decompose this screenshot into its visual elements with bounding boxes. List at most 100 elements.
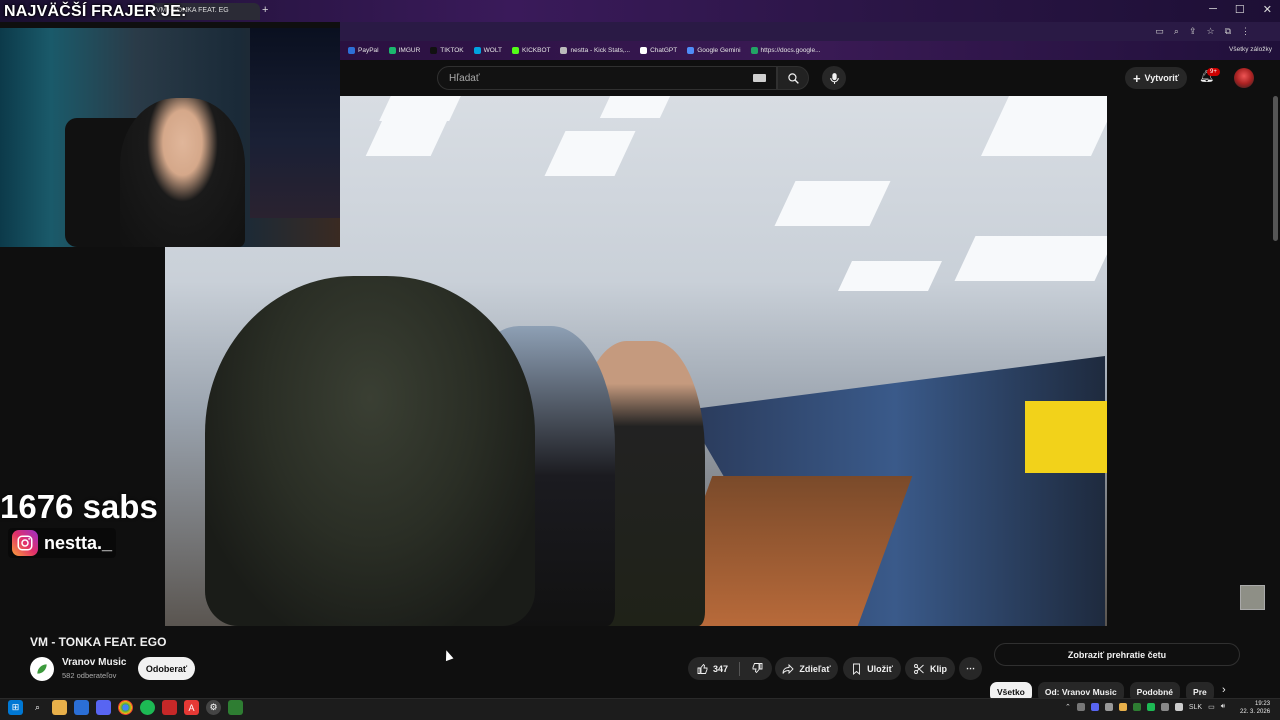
keyboard-icon[interactable] <box>753 74 766 82</box>
channel-subscribers: 582 odberateľov <box>62 671 117 680</box>
tray-app-icon[interactable] <box>1160 703 1169 711</box>
clock-date: 22. 3. 2026 <box>1240 709 1271 715</box>
imgur-icon <box>388 47 396 54</box>
address-bar[interactable] <box>340 22 1280 41</box>
tray-mic-icon[interactable] <box>1174 703 1183 711</box>
window-night-view <box>250 28 340 218</box>
overlay-title: NAJVÄČŠÍ FRAJER JE: <box>4 3 187 20</box>
notification-badge: 9+ <box>1207 68 1220 76</box>
zoom-icon[interactable]: ⌕ <box>1174 26 1179 37</box>
store-icon[interactable] <box>74 700 89 715</box>
subscribe-button[interactable]: Odoberať <box>138 657 195 680</box>
tray-discord-icon[interactable] <box>1090 703 1099 711</box>
search-input[interactable]: Hľadať <box>437 66 777 90</box>
language-indicator[interactable]: SLK <box>1189 704 1202 711</box>
create-button[interactable]: + Vytvoriť <box>1125 67 1187 89</box>
chevron-right-icon[interactable]: › <box>1222 684 1226 696</box>
like-button[interactable]: 347 <box>697 663 728 675</box>
tray-app-icon[interactable] <box>1146 703 1155 711</box>
page-scrollbar[interactable] <box>1273 96 1278 241</box>
ceiling-light <box>981 96 1107 156</box>
bookmark-kick-stats[interactable]: nestta - Kick Stats,... <box>560 47 630 54</box>
instagram-handle: nestta._ <box>44 532 113 553</box>
facecam-overlay <box>0 28 340 247</box>
app-red-icon[interactable] <box>162 700 177 715</box>
thumbs-up-icon <box>697 663 708 674</box>
volume-icon[interactable]: 🔊︎ <box>1221 703 1225 711</box>
bookmark-tiktok[interactable]: TIKTOK <box>430 47 464 54</box>
all-bookmarks[interactable]: Všetky záložky <box>1229 46 1272 53</box>
sub-count: 1676 sabs <box>0 488 158 525</box>
bookmark-google-docs[interactable]: https://docs.google... <box>750 47 821 54</box>
bookmark-paypal[interactable]: PayPal <box>348 47 379 54</box>
new-tab-button[interactable]: + <box>262 4 268 16</box>
more-actions-button[interactable]: ⋯ <box>959 657 982 680</box>
system-clock[interactable]: 19:23 22. 3. 2026 <box>1240 700 1270 716</box>
tray-app-icon[interactable] <box>1076 703 1085 711</box>
channel-name[interactable]: Vranov Music <box>62 657 126 668</box>
instagram-handle-row: nestta._ <box>8 528 117 558</box>
close-icon[interactable]: ✕ <box>1263 3 1272 16</box>
more-dots-icon: ⋯ <box>966 663 975 673</box>
discord-icon[interactable] <box>96 700 111 715</box>
ceiling-light <box>365 116 450 156</box>
share-page-icon[interactable]: ⇪ <box>1189 26 1197 37</box>
windows-start-icon[interactable]: ⊞ <box>8 700 23 715</box>
adobe-icon[interactable]: A <box>184 700 199 715</box>
kick-stats-icon <box>560 47 568 54</box>
minimize-icon[interactable]: ─ <box>1209 3 1217 16</box>
menu-dots-icon[interactable]: ⋮ <box>1241 26 1250 37</box>
search-button[interactable] <box>777 66 809 90</box>
star-icon[interactable]: ☆ <box>1206 26 1214 37</box>
instagram-icon <box>12 530 38 556</box>
promo-sign <box>1025 401 1107 473</box>
bookmark-kickbot[interactable]: KICKBOT <box>511 47 550 54</box>
clip-button[interactable]: Klip <box>905 657 955 680</box>
app-green-icon[interactable] <box>228 700 243 715</box>
bookmark-wolt[interactable]: WOLT <box>473 47 502 54</box>
share-button[interactable]: Zdieľať <box>775 657 838 680</box>
bookmark-gemini[interactable]: Google Gemini <box>687 47 741 54</box>
kickbot-icon <box>511 47 519 54</box>
maximize-icon[interactable]: ☐ <box>1235 3 1245 16</box>
search-icon[interactable]: ⌕ <box>30 700 45 715</box>
like-count: 347 <box>712 663 729 674</box>
google-docs-icon <box>750 47 758 54</box>
system-tray: ⌃ SLK ▭ 🔊︎ <box>1065 703 1225 711</box>
ceiling-light <box>954 236 1107 281</box>
bookmark-icon <box>853 663 861 675</box>
save-button[interactable]: Uložiť <box>843 657 901 680</box>
avatar[interactable] <box>1234 68 1254 88</box>
chrome-icon[interactable] <box>118 700 133 715</box>
bookmark-chatgpt[interactable]: ChatGPT <box>640 47 677 54</box>
file-explorer-icon[interactable] <box>52 700 67 715</box>
taskbar-apps: ⊞ ⌕ A ⚙ <box>8 700 243 715</box>
network-icon[interactable]: ▭ <box>1208 703 1215 711</box>
chat-replay-button[interactable]: Zobraziť prehratie četu <box>994 643 1240 666</box>
streamer <box>120 98 245 247</box>
leaf-icon <box>37 664 47 674</box>
share-icon <box>782 663 794 674</box>
tiktok-icon <box>430 47 438 54</box>
tray-app-icon[interactable] <box>1118 703 1127 711</box>
ceiling-light <box>544 131 636 176</box>
ceiling-light <box>774 181 891 226</box>
bookmark-imgur[interactable]: IMGUR <box>388 47 420 54</box>
spotify-icon[interactable] <box>140 700 155 715</box>
voice-search-button[interactable] <box>822 66 846 90</box>
video-title: VM - TONKA FEAT. EGO <box>30 635 167 649</box>
dislike-button[interactable] <box>751 662 763 676</box>
ceiling-light <box>599 96 671 118</box>
tray-app-icon[interactable] <box>1132 703 1141 711</box>
extensions-icon[interactable]: ⧉ <box>1225 26 1231 37</box>
cast-icon[interactable]: ▭ <box>1155 26 1164 37</box>
like-dislike-group: 347 <box>688 657 772 680</box>
settings-gear-icon[interactable]: ⚙ <box>206 700 221 715</box>
tray-app-icon[interactable] <box>1104 703 1113 711</box>
mini-thumbnail[interactable] <box>1240 585 1265 610</box>
chevron-up-icon[interactable]: ⌃ <box>1065 703 1071 711</box>
plus-icon: + <box>1132 70 1141 86</box>
mouse-cursor-icon <box>442 648 454 662</box>
channel-avatar[interactable] <box>30 657 54 681</box>
thumbs-down-icon <box>752 662 763 673</box>
